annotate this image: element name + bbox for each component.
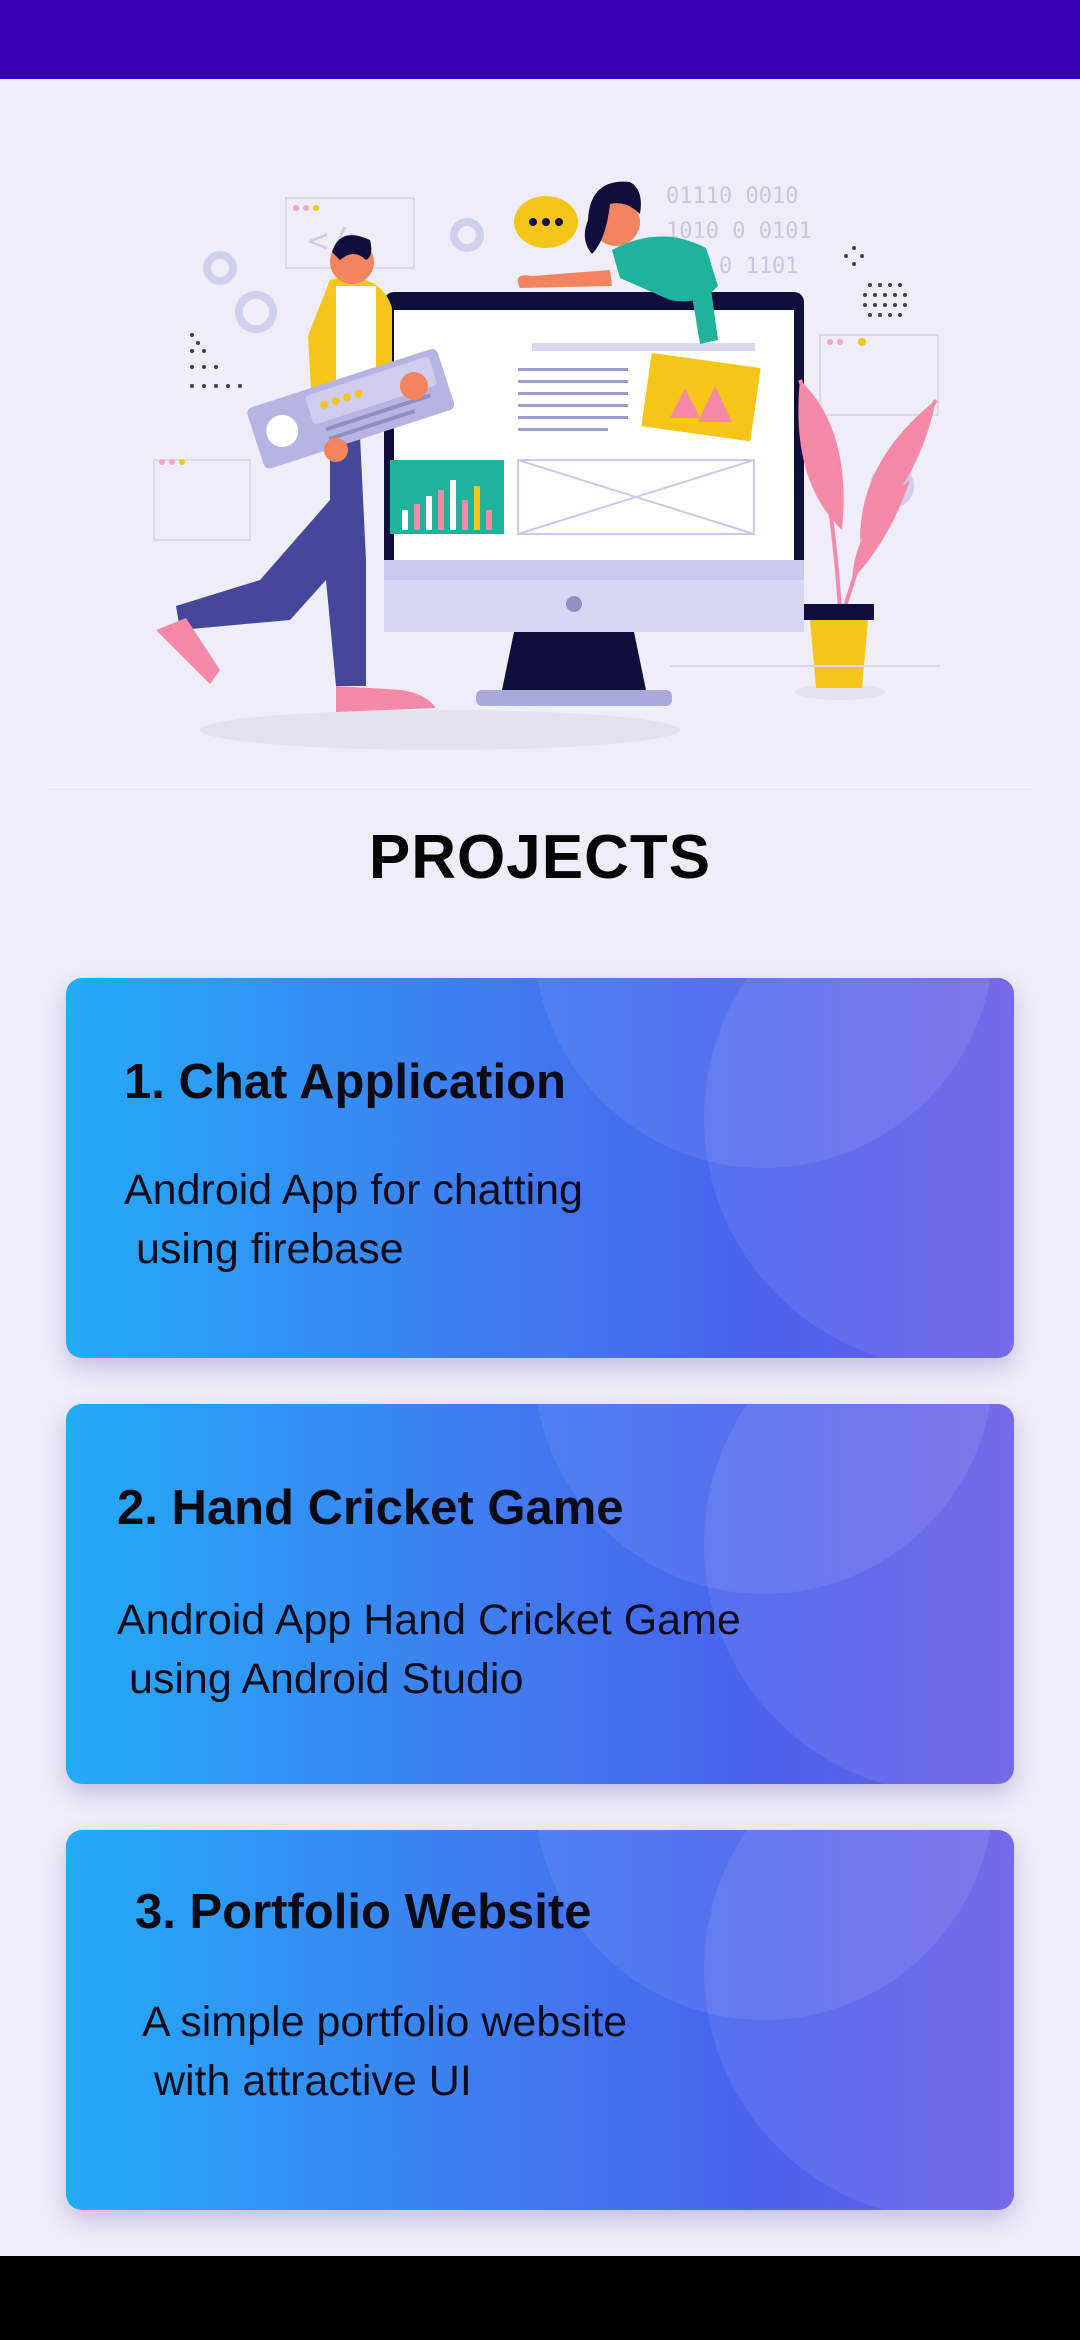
- project-title: 1. Chat Application: [124, 1055, 566, 1109]
- project-title: 2. Hand Cricket Game: [117, 1481, 624, 1535]
- project-description: Android App Hand Cricket Game using Andr…: [117, 1596, 741, 1703]
- navigation-bar: [0, 2256, 1080, 2340]
- card-decoration: [704, 1404, 1014, 1784]
- project-description: Android App for chatting using firebase: [124, 1166, 583, 1273]
- binary-line: 1010 0 0101: [666, 219, 812, 244]
- card-decoration: [704, 1830, 1014, 2210]
- card-decoration: [704, 978, 1014, 1358]
- project-description: A simple portfolio website with attracti…: [142, 1998, 628, 2105]
- project-card-chat-application[interactable]: 1. Chat Application Android App for chat…: [66, 978, 1014, 1358]
- hero-illustration: </> 01110 0010 1010 0 0101 1 0 0 1101: [153, 181, 940, 750]
- binary-line: 01110 0010: [666, 184, 798, 209]
- project-card-portfolio-website[interactable]: 3. Portfolio Website A simple portfolio …: [66, 1830, 1014, 2210]
- status-bar: [0, 0, 1080, 79]
- project-title: 3. Portfolio Website: [135, 1885, 592, 1939]
- project-card-hand-cricket-game[interactable]: 2. Hand Cricket Game Android App Hand Cr…: [66, 1404, 1014, 1784]
- divider: [48, 787, 1032, 788]
- section-title: PROJECTS: [368, 823, 712, 892]
